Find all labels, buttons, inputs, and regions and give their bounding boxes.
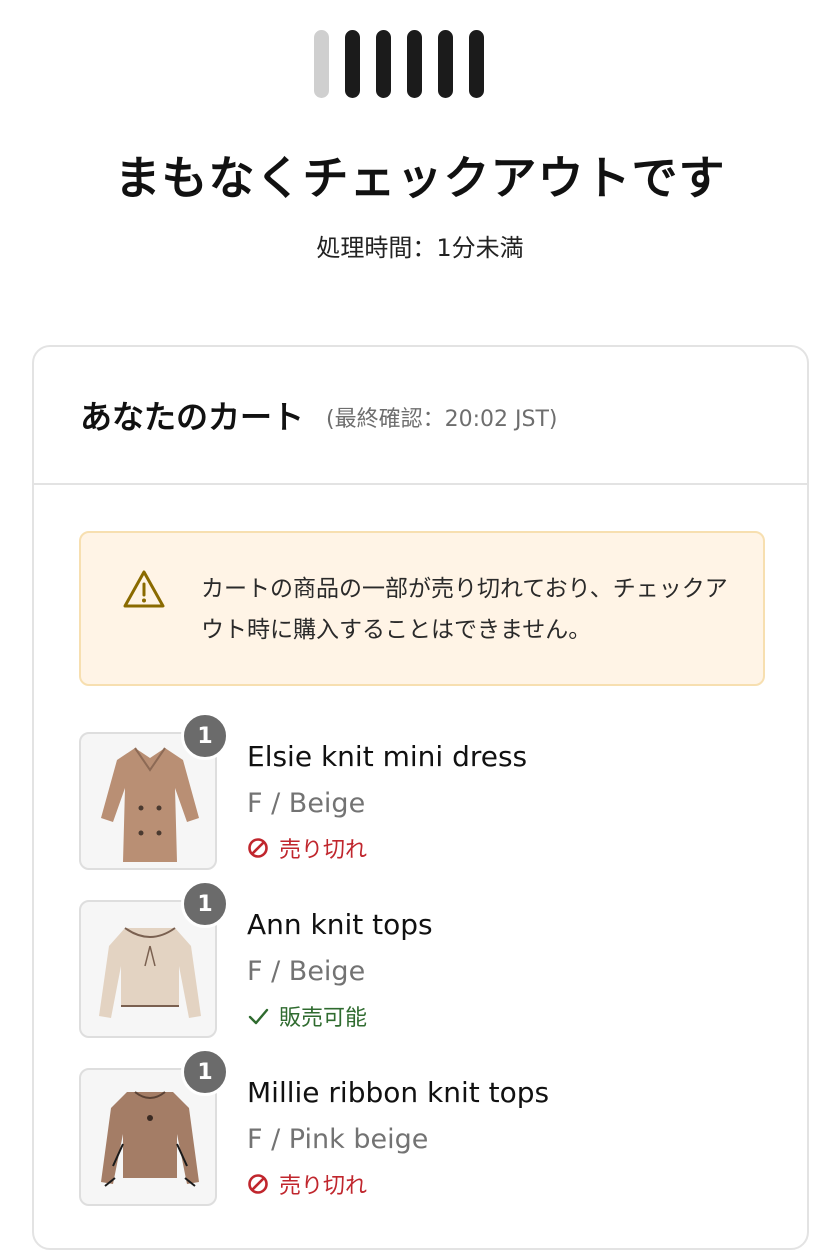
quantity-badge: 1 (181, 880, 229, 928)
item-variant: F / Beige (247, 956, 366, 987)
last-checked-time: (最終確認：20:02 JST) (326, 407, 558, 432)
warning-triangle-icon (123, 570, 165, 608)
item-status-label: 売り切れ (279, 838, 368, 863)
processing-time-text: 処理時間：1分未満 (316, 234, 524, 262)
cart-item[interactable]: 1 Ann knit tops F / Beige 販売可能 (79, 880, 779, 1040)
product-image: 1 (79, 712, 229, 870)
progress-step-done (469, 30, 484, 98)
progress-step-done (376, 30, 391, 98)
product-image: 1 (79, 880, 229, 1038)
progress-step-done (438, 30, 453, 98)
warning-text: カートの商品の一部が売り切れており、チェックアウト時に購入することはできません。 (201, 576, 728, 643)
cart-card: あなたのカート (最終確認：20:02 JST) カートの商品の一部が売り切れて… (32, 345, 809, 1250)
cart-item[interactable]: 1 Millie ribbon knit tops F / Pink beige… (79, 1048, 779, 1208)
item-name: Elsie knit mini dress (247, 740, 528, 773)
dress-image (101, 747, 199, 862)
item-variant: F / Pink beige (247, 1124, 429, 1155)
ribbon-top-image (101, 1091, 199, 1187)
check-icon (248, 1008, 269, 1025)
prohibited-icon (248, 1174, 268, 1194)
item-status-label: 売り切れ (279, 1174, 368, 1199)
cart-item[interactable]: 1 Elsie knit mini dress F / Beige 売り切れ (79, 712, 779, 872)
item-status-available: 販売可能 (247, 1000, 367, 1032)
knit-top-image (99, 927, 201, 1018)
cart-title: あなたのカート (80, 398, 305, 436)
item-status-sold-out: 売り切れ (247, 1168, 367, 1200)
progress-step-done (345, 30, 360, 98)
quantity-badge: 1 (181, 1048, 229, 1096)
prohibited-icon (248, 838, 268, 858)
progress-step-pending (314, 30, 329, 98)
item-name: Millie ribbon knit tops (247, 1076, 550, 1109)
checkout-progress-indicator (314, 30, 484, 98)
item-name: Ann knit tops (247, 908, 433, 941)
progress-step-done (407, 30, 422, 98)
cart-header: あなたのカート (最終確認：20:02 JST) (34, 347, 807, 485)
item-status-label: 販売可能 (279, 1006, 368, 1031)
product-image: 1 (79, 1048, 229, 1206)
sold-out-warning-banner: カートの商品の一部が売り切れており、チェックアウト時に購入することはできません。 (79, 531, 765, 686)
quantity-badge: 1 (181, 712, 229, 760)
item-status-sold-out: 売り切れ (247, 832, 367, 864)
page-title: まもなくチェックアウトです (114, 151, 726, 205)
item-variant: F / Beige (247, 788, 366, 819)
